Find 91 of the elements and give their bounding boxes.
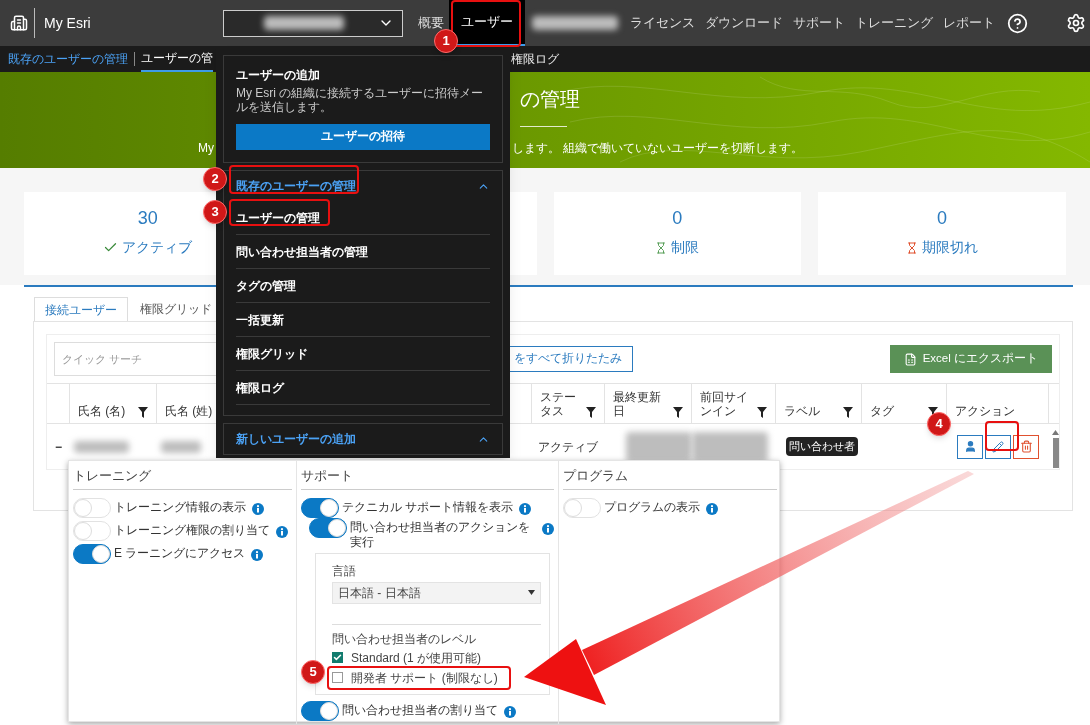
toggle-label: テクニカル サポート情報を表示 <box>342 498 514 515</box>
banner-description: します。 組織で働いていないユーザーを切断します。 <box>512 140 804 157</box>
menu-group-header[interactable]: 既存のユーザーの管理 <box>236 171 490 201</box>
menu-description: My Esri の組織に接続するユーザーに招待メールを送信します。 <box>236 86 485 114</box>
toggle-label: トレーニング情報の表示 <box>114 498 246 515</box>
page-title: の管理 <box>520 87 581 112</box>
checkbox-label: Standard (1 が使用可能) <box>351 650 482 665</box>
row-expander[interactable]: − <box>55 437 62 456</box>
trash-icon <box>1019 440 1033 453</box>
column-header[interactable]: 最終更新日 <box>605 384 692 423</box>
menu-item[interactable]: 権限グリッド <box>236 344 308 363</box>
toggle-label: トレーニング権限の割り当て <box>114 521 270 538</box>
nav-tab[interactable]: トレーニング <box>850 0 938 46</box>
filter-icon[interactable] <box>138 407 148 418</box>
filter-icon[interactable] <box>586 407 596 418</box>
toggle-label: 問い合わせ担当者の割り当て <box>342 701 498 718</box>
dropdown-caret-icon <box>528 590 535 595</box>
edit-button[interactable] <box>985 434 1011 459</box>
toggle-label: プログラムの表示 <box>604 498 700 515</box>
checkbox[interactable] <box>332 652 343 663</box>
stat-label: 制限 <box>671 238 700 257</box>
nav-tab[interactable]: レポート <box>938 0 1000 46</box>
column-header[interactable]: 前回サインイン <box>692 384 776 423</box>
organization-select[interactable] <box>223 9 403 37</box>
person-icon <box>963 440 977 453</box>
blurred-text <box>626 431 692 462</box>
language-select[interactable]: 日本語 - 日本語 <box>332 581 541 604</box>
menu-item[interactable]: 権限ログ <box>236 378 284 397</box>
menu-item[interactable]: 一括更新 <box>236 310 284 329</box>
blurred-text <box>74 440 129 453</box>
info-icon[interactable] <box>519 502 532 515</box>
menu-item[interactable]: ユーザーの管理 <box>236 208 320 227</box>
info-icon[interactable] <box>542 522 554 535</box>
tab[interactable]: 権限グリッド <box>130 297 222 321</box>
info-icon[interactable] <box>251 548 264 561</box>
spreadsheet-icon <box>903 352 917 366</box>
field-label: 問い合わせ担当者のレベル <box>332 630 477 648</box>
stat-count: 0 <box>672 209 683 227</box>
menu-item[interactable]: タグの管理 <box>236 276 296 295</box>
stat-label: アクティブ <box>122 238 193 257</box>
blurred-text <box>161 440 201 453</box>
column-header[interactable]: 氏名 (名) <box>70 384 157 423</box>
toggle-label: 問い合わせ担当者のアクションを実行 <box>350 518 531 550</box>
filter-icon[interactable] <box>843 407 853 418</box>
section-link[interactable]: 既存のユーザーの管理 <box>8 50 128 68</box>
nav-tab[interactable]: ライセンス <box>625 0 700 46</box>
info-icon[interactable] <box>252 502 264 515</box>
filter-icon[interactable] <box>757 407 767 418</box>
table-cell-text: アクティブ <box>538 438 598 456</box>
toggle-switch[interactable] <box>73 543 111 564</box>
checkbox-label: 開発者 サポート (制限なし) <box>351 670 498 685</box>
settings-icon[interactable] <box>1066 13 1086 33</box>
stat-label: 期限切れ <box>922 238 979 257</box>
highlight-frame <box>985 421 1019 451</box>
toggle-switch[interactable] <box>309 517 347 538</box>
delete-button[interactable] <box>1013 434 1039 459</box>
column-header[interactable]: ラベル <box>776 384 862 423</box>
view-user-button[interactable] <box>957 434 983 459</box>
sub-nav-tab[interactable]: 権限ログ <box>511 46 559 72</box>
stat-count: 0 <box>937 209 948 227</box>
checkbox[interactable] <box>332 672 343 683</box>
toggle-label: E ラーニングにアクセス <box>114 544 246 561</box>
stat-count: 30 <box>137 209 158 227</box>
menu-item[interactable]: 問い合わせ担当者の管理 <box>236 242 368 261</box>
nav-tab[interactable]: ダウンロード <box>700 0 788 46</box>
section-title: トレーニング <box>73 466 292 490</box>
info-icon[interactable] <box>504 705 516 718</box>
filter-icon[interactable] <box>673 407 683 418</box>
label-tag: 問い合わせ者 <box>786 437 858 456</box>
toggle-switch[interactable] <box>301 497 339 518</box>
section-title: プログラム <box>563 466 777 490</box>
nav-tab[interactable]: サポート <box>788 0 850 46</box>
building-icon[interactable] <box>10 14 28 32</box>
field-label: 言語 <box>332 562 357 580</box>
app-name[interactable]: My Esri <box>44 15 91 31</box>
info-icon[interactable] <box>276 525 288 538</box>
invite-users-button[interactable]: ユーザーの招待 <box>236 124 490 150</box>
info-icon[interactable] <box>706 502 718 515</box>
export-button[interactable]: Excel にエクスポート <box>889 345 1052 373</box>
column-header[interactable]: ステータス <box>532 384 605 423</box>
tab[interactable]: 接続ユーザー <box>34 297 128 321</box>
menu-heading: ユーザーの追加 <box>236 67 321 84</box>
scroll-up-icon[interactable] <box>1052 430 1059 435</box>
section-title: サポート <box>301 466 554 490</box>
hourglass-icon <box>906 241 919 254</box>
pencil-icon <box>992 440 1004 453</box>
toggle-switch[interactable] <box>301 700 339 721</box>
hourglass-icon <box>655 241 668 254</box>
help-icon[interactable] <box>1007 12 1028 34</box>
banner-description: My <box>198 140 214 157</box>
nav-tab[interactable]: ユーザー <box>449 0 525 46</box>
